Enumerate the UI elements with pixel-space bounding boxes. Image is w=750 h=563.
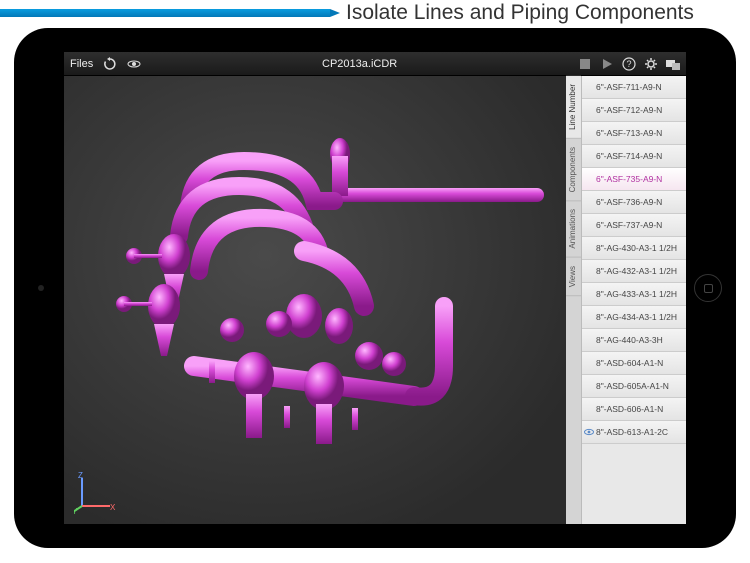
axis-x-label: X	[110, 503, 116, 512]
line-item-label: 8"-AG-433-A3-1 1/2H	[596, 289, 677, 299]
line-item-label: 8"-AG-430-A3-1 1/2H	[596, 243, 677, 253]
line-item[interactable]: 8"-AG-433-A3-1 1/2H	[582, 283, 686, 306]
line-item[interactable]: 6"-ASF-711-A9-N	[582, 76, 686, 99]
home-button[interactable]	[694, 274, 722, 302]
gear-icon[interactable]	[644, 57, 658, 71]
line-item[interactable]: 6"-ASF-735-A9-N	[582, 168, 686, 191]
tab-views[interactable]: Views	[566, 258, 581, 296]
axis-z-label: Z	[78, 471, 83, 480]
line-item-label: 8"-ASD-604-A1-N	[596, 358, 663, 368]
line-list[interactable]: 6"-ASF-711-A9-N 6"-ASF-712-A9-N 6"-ASF-713…	[582, 76, 686, 524]
line-item[interactable]: 8"-AG-440-A3-3H	[582, 329, 686, 352]
line-item[interactable]: 6"-ASF-737-A9-N	[582, 214, 686, 237]
line-item-label: 6"-ASF-714-A9-N	[596, 151, 662, 161]
sidebar-tabs: Line Number Components Animations Views	[566, 76, 582, 524]
line-item[interactable]: 8"-ASD-605A-A1-N	[582, 375, 686, 398]
line-item-label: 8"-AG-434-A3-1 1/2H	[596, 312, 677, 322]
play-icon[interactable]	[600, 57, 614, 71]
help-icon[interactable]: ?	[622, 57, 636, 71]
line-item[interactable]: 8"-ASD-604-A1-N	[582, 352, 686, 375]
line-item-label: 8"-ASD-605A-A1-N	[596, 381, 669, 391]
svg-text:?: ?	[626, 59, 631, 69]
tab-animations[interactable]: Animations	[566, 201, 581, 258]
line-item[interactable]: 6"-ASF-713-A9-N	[582, 122, 686, 145]
eye-icon	[584, 427, 594, 437]
line-item[interactable]: 8"-ASD-613-A1-2C	[582, 421, 686, 444]
files-button[interactable]: Files	[70, 58, 93, 70]
line-item[interactable]: 6"-ASF-712-A9-N	[582, 99, 686, 122]
sidebar: Line Number Components Animations Views …	[566, 76, 686, 524]
orbit-icon[interactable]	[127, 57, 141, 71]
refresh-icon[interactable]	[103, 57, 117, 71]
line-item[interactable]: 8"-AG-434-A3-1 1/2H	[582, 306, 686, 329]
toolbar: Files CP2013a.iCDR ?	[64, 52, 686, 76]
line-item-label: 8"-AG-440-A3-3H	[596, 335, 663, 345]
viewport-3d[interactable]: Z X Y	[64, 76, 566, 524]
header-stripe	[0, 9, 330, 17]
header-title: Isolate Lines and Piping Components	[346, 1, 694, 25]
tab-components[interactable]: Components	[566, 139, 581, 201]
promo-header: Isolate Lines and Piping Components	[0, 0, 750, 26]
line-item[interactable]: 6"-ASF-736-A9-N	[582, 191, 686, 214]
app-screen: Files CP2013a.iCDR ?	[64, 52, 686, 524]
camera-dot	[38, 285, 44, 291]
panels-icon[interactable]	[666, 57, 680, 71]
home-square-icon	[704, 284, 713, 293]
line-item-label: 6"-ASF-713-A9-N	[596, 128, 662, 138]
piping-model[interactable]	[104, 106, 524, 466]
stop-icon[interactable]	[578, 57, 592, 71]
line-item-label: 8"-ASD-606-A1-N	[596, 404, 663, 414]
line-item[interactable]: 8"-ASD-606-A1-N	[582, 398, 686, 421]
tab-line-number[interactable]: Line Number	[566, 76, 581, 139]
line-item-label: 8"-AG-432-A3-1 1/2H	[596, 266, 677, 276]
ipad-frame: Files CP2013a.iCDR ?	[14, 28, 736, 548]
line-item-label: 6"-ASF-712-A9-N	[596, 105, 662, 115]
line-item[interactable]: 8"-AG-430-A3-1 1/2H	[582, 237, 686, 260]
line-item-label: 6"-ASF-711-A9-N	[596, 82, 662, 92]
line-item-label: 8"-ASD-613-A1-2C	[596, 427, 668, 437]
document-title: CP2013a.iCDR	[141, 58, 578, 70]
line-item-label: 6"-ASF-736-A9-N	[596, 197, 662, 207]
axis-gizmo[interactable]: Z X Y	[74, 470, 118, 514]
line-item-label: 6"-ASF-737-A9-N	[596, 220, 662, 230]
line-item-label: 6"-ASF-735-A9-N	[596, 174, 662, 184]
header-arrow	[330, 9, 340, 17]
line-item[interactable]: 6"-ASF-714-A9-N	[582, 145, 686, 168]
line-item[interactable]: 8"-AG-432-A3-1 1/2H	[582, 260, 686, 283]
